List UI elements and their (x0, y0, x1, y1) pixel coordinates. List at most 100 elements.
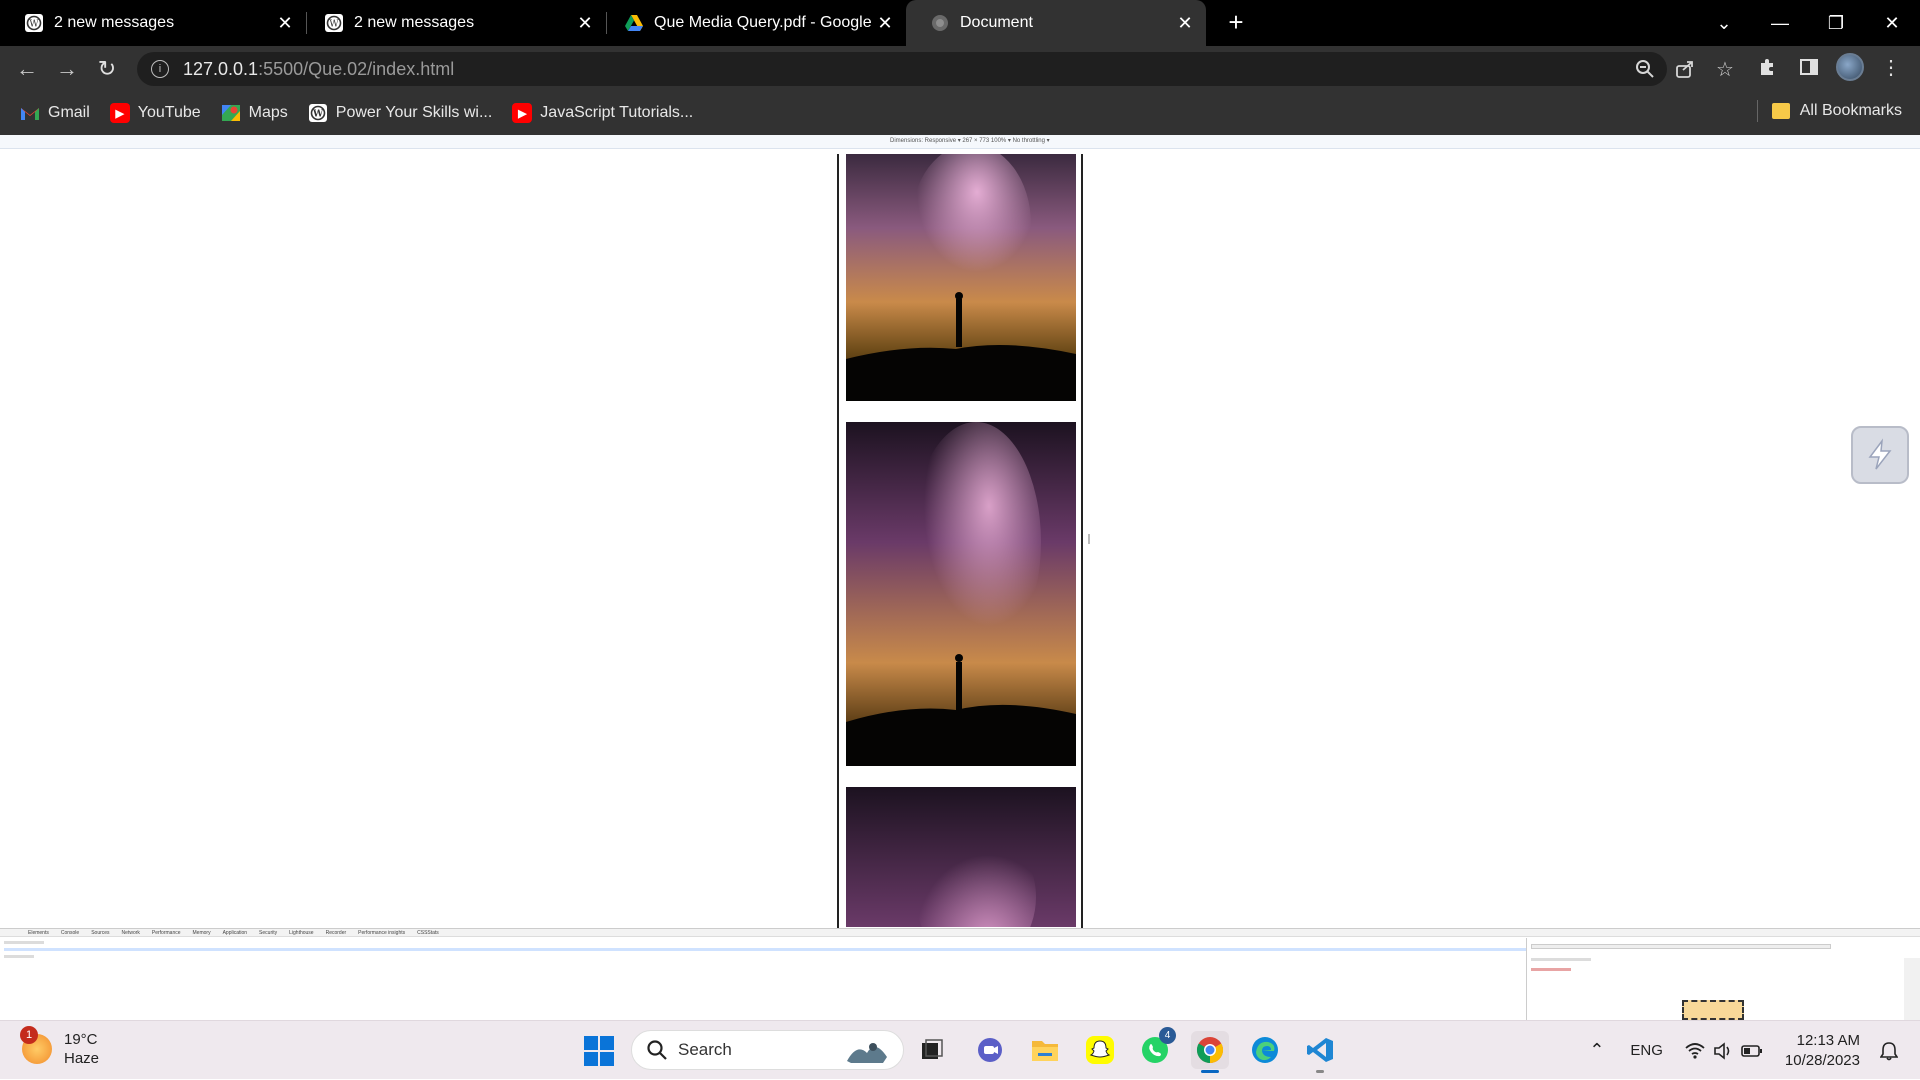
youtube-icon: ▶ (109, 103, 130, 123)
dom-tree-line (4, 941, 44, 944)
dom-tree-line (4, 955, 34, 958)
device-toolbar: Dimensions: Responsive ▾ 267 × 773 100% … (0, 135, 1920, 149)
tab-search-icon[interactable]: ⌄ (1696, 5, 1752, 41)
devtools-tab[interactable]: CSSStats (417, 930, 439, 936)
devtools-tab[interactable]: Application (223, 930, 247, 936)
resize-handle[interactable] (1088, 534, 1090, 544)
bookmark-gmail[interactable]: Gmail (20, 103, 90, 123)
restore-icon[interactable]: ❐ (1808, 5, 1864, 41)
url-path: :5500/Que.02/index.html (258, 58, 455, 79)
close-icon[interactable]: ✕ (874, 12, 896, 34)
system-tray: ⌃ ENG 12:13 AM 10/28/2023 (1589, 1021, 1920, 1080)
bookmark-label: YouTube (137, 104, 201, 121)
devtools-tab[interactable]: Sources (91, 930, 109, 936)
folder-icon (1771, 103, 1790, 119)
close-window-icon[interactable]: ✕ (1864, 5, 1920, 41)
site-info-icon[interactable]: i (151, 60, 169, 78)
minimize-icon[interactable]: — (1752, 5, 1808, 41)
all-bookmarks-label: All Bookmarks (1799, 102, 1902, 119)
style-rule-line (1531, 958, 1591, 961)
bookmark-youtube[interactable]: ▶ YouTube (109, 103, 201, 123)
tab-document[interactable]: Document ✕ (906, 0, 1206, 46)
battery-icon[interactable] (1741, 1044, 1763, 1058)
scrollbar[interactable] (1904, 958, 1920, 1028)
extensions-icon[interactable] (1752, 52, 1782, 82)
search-label: Search (678, 1040, 732, 1059)
reload-icon[interactable]: ↻ (92, 54, 122, 84)
box-model-diagram (1682, 1000, 1744, 1020)
active-indicator (1201, 1070, 1219, 1073)
running-indicator (1316, 1070, 1324, 1073)
profile-avatar[interactable] (1836, 53, 1864, 81)
devtools-tab[interactable]: Console (61, 930, 79, 936)
tab-title: 2 new messages (354, 14, 475, 31)
devtools-tab[interactable]: Security (259, 930, 277, 936)
devtools-tab[interactable]: Performance insights (358, 930, 405, 936)
devtools-tab[interactable]: Network (122, 930, 140, 936)
floating-extension-button[interactable] (1851, 426, 1909, 484)
forward-icon[interactable]: → (52, 54, 82, 84)
whatsapp-icon[interactable]: 4 (1136, 1027, 1176, 1069)
galaxy-image (846, 422, 1076, 766)
bookmark-maps[interactable]: Maps (221, 103, 288, 123)
file-explorer-icon[interactable] (1026, 1031, 1064, 1069)
style-rule-line (1531, 968, 1571, 971)
google-drive-icon (624, 13, 644, 33)
edge-icon[interactable] (1246, 1031, 1284, 1069)
vscode-icon[interactable] (1301, 1031, 1339, 1073)
clock-time: 12:13 AM (1796, 1031, 1860, 1049)
taskbar-clock[interactable]: 12:13 AM 10/28/2023 (1785, 1031, 1860, 1071)
search-highlight-icon (843, 1035, 891, 1067)
styles-filter[interactable] (1531, 944, 1831, 949)
notification-bell-icon[interactable] (1880, 1041, 1898, 1061)
bookmark-star-icon[interactable]: ☆ (1710, 54, 1740, 84)
windows-start-icon[interactable] (584, 1036, 614, 1066)
tab-messages-1[interactable]: W 2 new messages ✕ (0, 0, 306, 46)
bookmark-divider (1756, 100, 1758, 122)
weather-icon: 1 (20, 1026, 52, 1064)
devtools-tab[interactable]: Memory (193, 930, 211, 936)
zoom-icon[interactable] (1630, 54, 1660, 84)
new-tab-button[interactable]: + (1220, 6, 1252, 38)
devtools-tab[interactable]: Elements (28, 930, 49, 936)
bookmark-power-skills[interactable]: W Power Your Skills wi... (308, 103, 493, 123)
tab-messages-2[interactable]: W 2 new messages ✕ (300, 0, 606, 46)
close-icon[interactable]: ✕ (274, 12, 296, 34)
language-indicator[interactable]: ENG (1630, 1042, 1663, 1059)
close-icon[interactable]: ✕ (1174, 12, 1196, 34)
tab-title: 2 new messages (54, 14, 175, 31)
bookmark-label: Power Your Skills wi... (335, 104, 493, 121)
devtools-tab[interactable]: Lighthouse (289, 930, 313, 936)
menu-icon[interactable]: ⋮ (1876, 52, 1906, 82)
url-host: 127.0.0.1 (183, 58, 259, 79)
chrome-icon[interactable] (1191, 1031, 1229, 1073)
share-icon[interactable] (1670, 54, 1700, 84)
address-bar[interactable]: i 127.0.0.1:5500/Que.02/index.html (137, 52, 1667, 86)
tab-google-drive[interactable]: Que Media Query.pdf - Google Drive ✕ (600, 0, 906, 46)
devtools-tab[interactable]: Performance (152, 930, 181, 936)
galaxy-image (846, 787, 1076, 927)
volume-icon[interactable] (1713, 1041, 1733, 1060)
back-icon[interactable]: ← (12, 54, 42, 84)
devtools-tab[interactable]: Recorder (326, 930, 347, 936)
svg-text:W: W (29, 20, 39, 30)
device-dimensions[interactable]: Dimensions: Responsive ▾ 267 × 773 100% … (890, 137, 1050, 144)
all-bookmarks-button[interactable]: All Bookmarks (1756, 100, 1902, 122)
snapchat-icon[interactable] (1081, 1031, 1119, 1069)
task-view-icon[interactable] (913, 1031, 951, 1069)
side-panel-icon[interactable] (1794, 52, 1824, 82)
tab-title: Que Media Query.pdf - Google Drive (654, 14, 874, 31)
teams-chat-icon[interactable] (971, 1031, 1009, 1069)
address-bar-actions: ☆ (1630, 54, 1740, 84)
bookmark-label: Gmail (48, 104, 90, 121)
youtube-icon: ▶ (512, 103, 533, 123)
responsive-device-frame (837, 154, 1083, 928)
bookmark-javascript[interactable]: ▶ JavaScript Tutorials... (512, 103, 693, 123)
maps-icon (221, 103, 241, 123)
weather-widget[interactable]: 1 19°C Haze (20, 1026, 99, 1068)
taskbar-search[interactable]: Search (631, 1030, 904, 1070)
weather-temperature: 19°C (64, 1031, 98, 1048)
wifi-icon[interactable] (1685, 1042, 1705, 1060)
chevron-up-icon[interactable]: ⌃ (1589, 1040, 1604, 1061)
close-icon[interactable]: ✕ (574, 12, 596, 34)
